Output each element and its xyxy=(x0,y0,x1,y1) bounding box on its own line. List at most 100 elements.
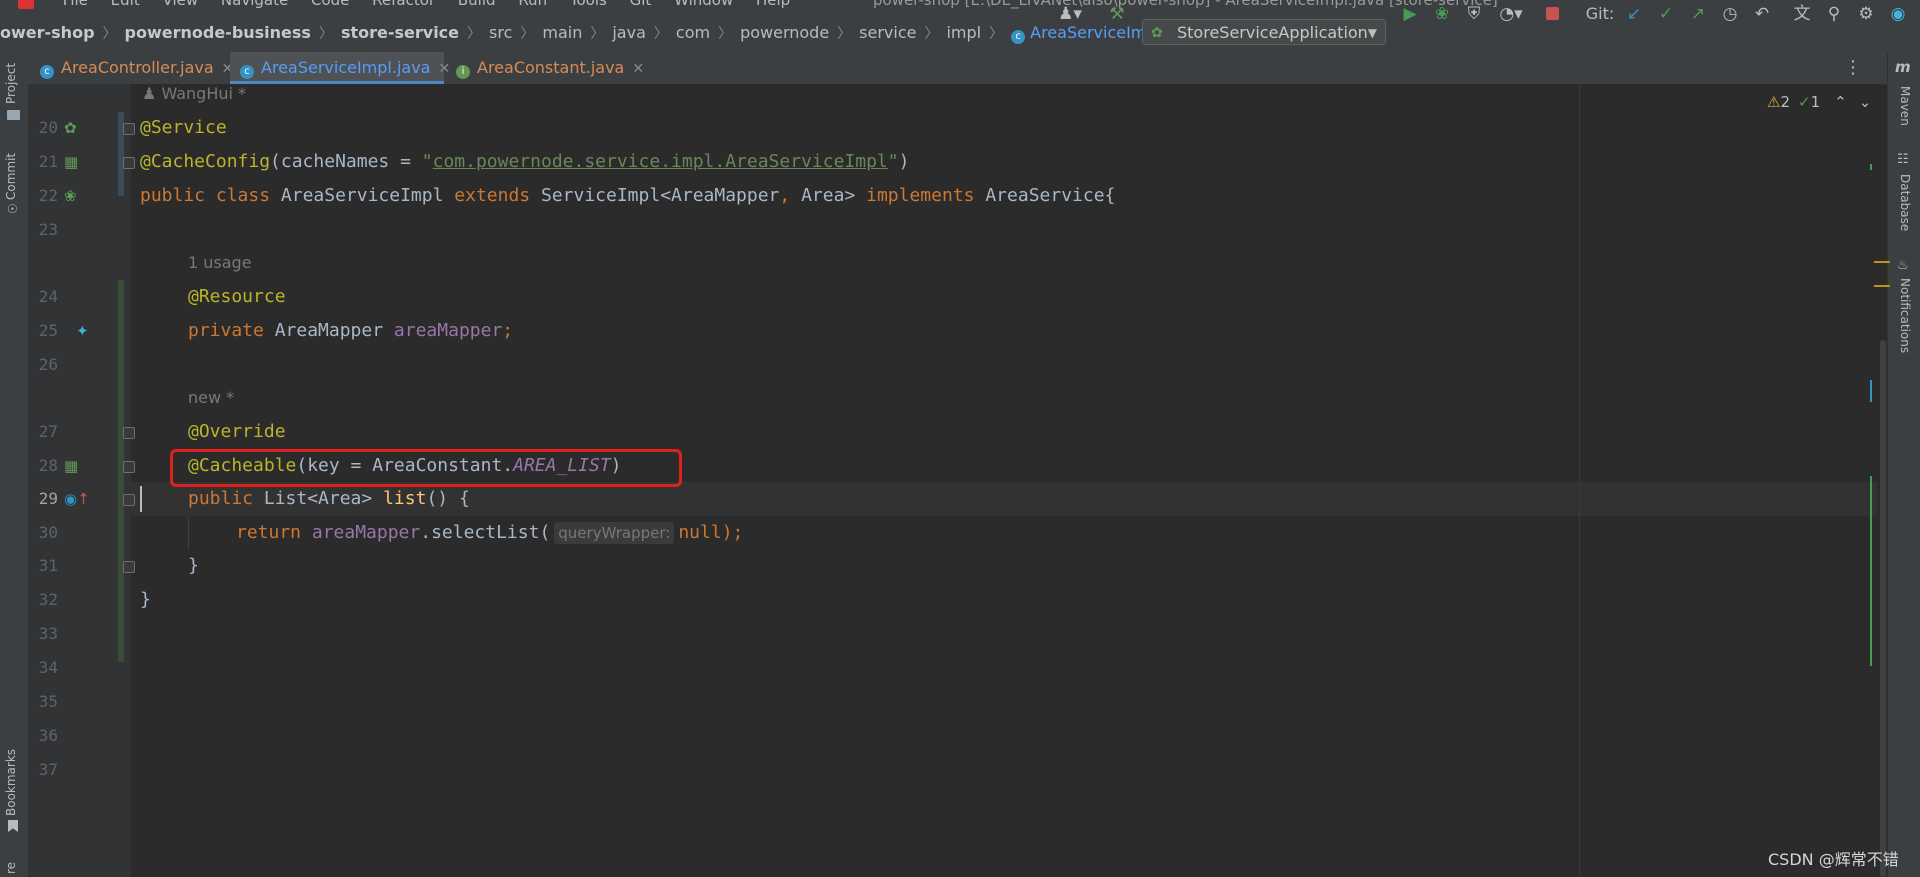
line-number: 32 xyxy=(38,590,58,609)
build-hammer-icon[interactable]: ⚒ xyxy=(1104,0,1130,28)
menu-navigate[interactable]: Navigate xyxy=(221,0,288,9)
menu-window[interactable]: Window xyxy=(674,0,733,9)
breadcrumb-class[interactable]: c AreaServiceImpl xyxy=(1011,20,1161,46)
class-icon: c xyxy=(40,65,54,79)
git-commit-icon[interactable]: ✓ xyxy=(1654,0,1678,28)
spring-bean-icon[interactable]: ❀ xyxy=(64,179,77,213)
menu-edit[interactable]: Edit xyxy=(111,0,140,9)
close-icon[interactable]: ✕ xyxy=(632,61,644,77)
tool-window-structure[interactable]: re xyxy=(4,862,18,874)
more-options-icon[interactable]: ⋮ xyxy=(1844,52,1862,84)
injected-bean-icon[interactable]: ✦ xyxy=(76,314,89,348)
breadcrumb-service[interactable]: service xyxy=(859,20,916,46)
logo-icon[interactable]: ◉ xyxy=(1886,0,1910,28)
line-number: 36 xyxy=(38,726,58,745)
spring-bean-icon[interactable]: ✿ xyxy=(64,111,77,145)
fold-marker[interactable] xyxy=(123,561,135,573)
menu-run[interactable]: Run xyxy=(518,0,547,9)
git-push-icon[interactable]: ↗ xyxy=(1686,0,1710,28)
tool-window-maven[interactable]: Maven xyxy=(1898,86,1912,126)
history-icon[interactable]: ◷ xyxy=(1718,0,1742,28)
line-number: 31 xyxy=(38,556,58,575)
author-hint-new[interactable]: new * xyxy=(188,381,234,415)
menu-refactor[interactable]: Refactor xyxy=(372,0,435,9)
search-icon[interactable]: ⚲ xyxy=(1822,0,1846,28)
warning-stripe-marker[interactable] xyxy=(1874,285,1890,287)
spring-cache-icon[interactable]: ▦ xyxy=(64,145,78,179)
tool-window-commit[interactable]: Commit xyxy=(4,153,18,200)
fold-marker[interactable] xyxy=(123,157,135,169)
tab-area-constant[interactable]: i AreaConstant.java ✕ xyxy=(454,52,644,84)
breadcrumb-java[interactable]: java xyxy=(612,20,646,46)
class-icon: c xyxy=(1011,30,1026,44)
fold-marker[interactable] xyxy=(123,494,135,506)
chevron-up-icon[interactable]: ⌃ xyxy=(1834,93,1847,111)
menu-tools[interactable]: Tools xyxy=(570,0,607,9)
translate-icon[interactable]: 文 xyxy=(1790,0,1814,28)
code-line-29: public List<Area> list() { xyxy=(188,488,470,509)
menu-help[interactable]: Help xyxy=(756,0,790,9)
rollback-icon[interactable]: ↶ xyxy=(1750,0,1774,28)
git-update-icon[interactable]: ↙ xyxy=(1622,0,1646,28)
usage-hint[interactable]: 1 usage xyxy=(188,246,252,280)
chevron-down-icon[interactable]: ⌄ xyxy=(1859,93,1872,111)
inspection-widget[interactable]: ⚠2 ✓1 ⌃ ⌄ xyxy=(1767,88,1871,116)
breadcrumb-main[interactable]: main xyxy=(542,20,582,46)
fold-marker[interactable] xyxy=(123,427,135,439)
bookmark-icon[interactable] xyxy=(8,820,18,832)
fold-marker[interactable] xyxy=(123,461,135,473)
project-folder-icon[interactable] xyxy=(7,110,20,120)
editor-tabs: c AreaController.java ✕ c AreaServiceImpl.j… xyxy=(28,52,1890,85)
parameter-inlay-hint: queryWrapper: xyxy=(554,522,675,544)
debug-icon[interactable]: ❀ xyxy=(1430,0,1454,28)
spring-cache-icon[interactable]: ▦ xyxy=(64,449,78,483)
stop-icon[interactable] xyxy=(1540,0,1564,28)
code-line-20: @Service xyxy=(140,117,227,138)
menu-build[interactable]: Build xyxy=(458,0,496,9)
user-icon[interactable]: ♟▾ xyxy=(1054,0,1086,28)
breadcrumb-powernode[interactable]: powernode xyxy=(740,20,829,46)
code-line-22: public class AreaServiceImpl extends Ser… xyxy=(140,185,1116,206)
tool-window-notifications[interactable]: Notifications xyxy=(1898,278,1912,353)
close-icon[interactable]: ✕ xyxy=(438,61,450,77)
database-icon[interactable]: ☷ xyxy=(1897,152,1909,167)
watermark-text: CSDN @辉常不错 xyxy=(1768,850,1899,869)
line-number: 25 xyxy=(38,321,58,340)
tool-window-database[interactable]: Database xyxy=(1898,174,1912,231)
maven-m-icon[interactable]: m xyxy=(1895,58,1911,76)
breadcrumb-project[interactable]: ower-shop xyxy=(0,20,95,46)
line-number: 23 xyxy=(38,220,58,239)
run-icon[interactable]: ▶ xyxy=(1398,0,1422,28)
tab-area-service-impl[interactable]: c AreaServiceImpl.java ✕ xyxy=(230,52,450,84)
settings-icon[interactable]: ⚙ xyxy=(1854,0,1878,28)
notifications-bell-icon[interactable]: ♨ xyxy=(1897,258,1909,273)
tool-window-bookmarks[interactable]: Bookmarks xyxy=(4,749,18,816)
line-number: 29 xyxy=(38,489,58,508)
breadcrumb-impl[interactable]: impl xyxy=(946,20,981,46)
coverage-icon[interactable]: ⛨ xyxy=(1462,0,1486,28)
commit-icon[interactable]: ☉ xyxy=(7,202,18,216)
line-number: 26 xyxy=(38,355,58,374)
code-line-25: private AreaMapper areaMapper; xyxy=(188,320,514,341)
breadcrumb-src[interactable]: src xyxy=(489,20,512,46)
warning-stripe-marker[interactable] xyxy=(1874,261,1890,263)
breadcrumb-module-parent[interactable]: powernode-business xyxy=(125,20,311,46)
line-number: 27 xyxy=(38,422,58,441)
check-icon: ✓ xyxy=(1798,93,1811,111)
fold-marker[interactable] xyxy=(123,123,135,135)
menu-view[interactable]: View xyxy=(163,0,199,9)
breadcrumb-module[interactable]: store-service xyxy=(341,20,459,46)
profile-icon[interactable]: ◔▾ xyxy=(1494,0,1528,28)
breadcrumb-com[interactable]: com xyxy=(676,20,710,46)
menu-file[interactable]: File xyxy=(63,0,88,9)
menu-code[interactable]: Code xyxy=(311,0,349,9)
tool-window-project[interactable]: Project xyxy=(4,63,18,104)
line-number: 21 xyxy=(38,152,58,171)
menu-git[interactable]: Git xyxy=(630,0,652,9)
author-hint[interactable]: ♟ WangHui * xyxy=(142,77,246,111)
run-configuration-select[interactable]: ✿ StoreServiceApplication ▼ xyxy=(1142,19,1386,45)
vertical-scrollbar[interactable] xyxy=(1880,340,1886,877)
implements-method-icon[interactable]: ◉↑ xyxy=(64,482,90,516)
code-line-30: return areaMapper.selectList(queryWrappe… xyxy=(236,522,744,544)
line-number: 35 xyxy=(38,692,58,711)
